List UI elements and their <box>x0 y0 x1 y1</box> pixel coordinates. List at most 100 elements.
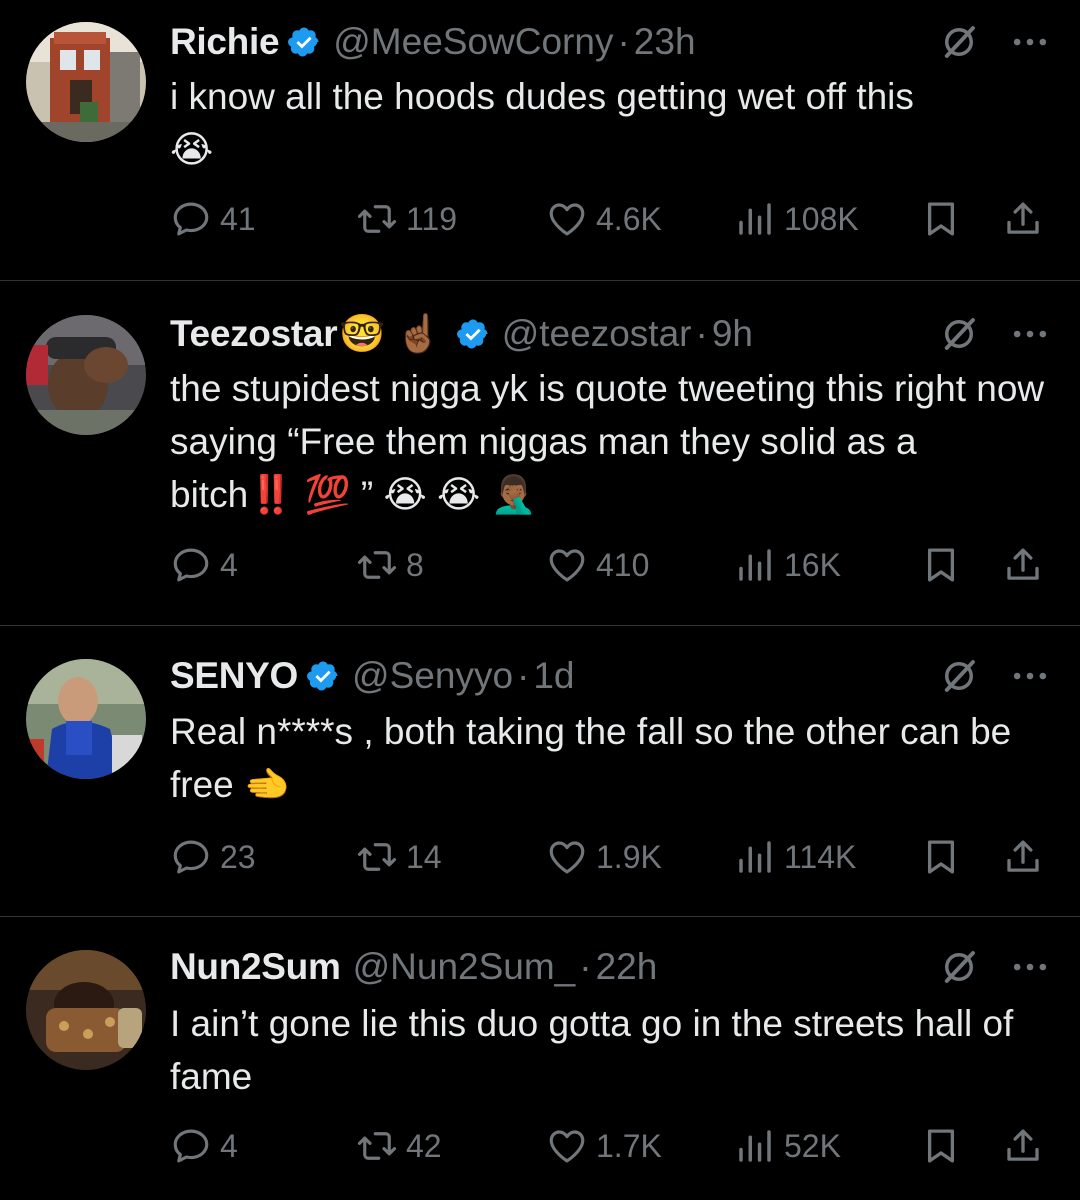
reply-count: 23 <box>220 838 256 875</box>
views-count: 108K <box>784 200 859 237</box>
grok-icon[interactable] <box>938 313 980 355</box>
grok-icon[interactable] <box>938 21 980 63</box>
tweet[interactable]: Richie @MeeSowCorny · 23h i know all the… <box>0 0 1080 281</box>
share-icon <box>1007 202 1039 234</box>
bookmark-button[interactable] <box>920 836 962 878</box>
views-count: 16K <box>784 546 841 583</box>
reply-button[interactable]: 4 <box>170 1125 238 1167</box>
retweet-count: 14 <box>406 838 442 875</box>
handle[interactable]: @teezostar <box>502 313 692 355</box>
retweet-count: 119 <box>406 200 458 237</box>
more-icon[interactable] <box>1008 312 1052 356</box>
tweet[interactable]: Nun2Sum @Nun2Sum_ · 22h I ain’t gone lie… <box>0 917 1080 1200</box>
views-button[interactable]: 108K <box>734 198 859 240</box>
views-icon <box>739 841 771 873</box>
share-icon <box>1007 548 1039 580</box>
tweet-header: Richie @MeeSowCorny · 23h <box>170 17 1052 67</box>
more-icon[interactable] <box>1008 20 1052 64</box>
share-button[interactable] <box>1002 1125 1044 1167</box>
tweet-header: Nun2Sum @Nun2Sum_ · 22h <box>170 942 1052 992</box>
avatar[interactable] <box>26 659 146 779</box>
views-button[interactable]: 114K <box>734 836 856 878</box>
like-icon <box>549 841 585 874</box>
tweet[interactable]: Teezostar 🤓 ☝🏾 @teezostar · 9h the stupi… <box>0 281 1080 626</box>
avatar[interactable] <box>26 315 146 435</box>
share-button[interactable] <box>1002 544 1044 586</box>
tweet-feed: Richie @MeeSowCorny · 23h i know all the… <box>0 0 1080 1200</box>
more-icon[interactable] <box>1008 945 1052 989</box>
verified-badge-icon <box>287 25 321 59</box>
like-icon <box>549 549 585 582</box>
like-icon <box>549 1130 585 1163</box>
retweet-button[interactable]: 14 <box>356 836 442 878</box>
reply-icon <box>173 202 209 236</box>
grok-icon[interactable] <box>938 946 980 988</box>
bookmark-icon <box>927 202 955 236</box>
reply-button[interactable]: 41 <box>170 198 256 240</box>
bookmark-button[interactable] <box>920 544 962 586</box>
display-name[interactable]: SENYO <box>170 655 298 697</box>
handle[interactable]: @Senyyo <box>352 655 513 697</box>
crying-emoji: 😭 <box>170 129 214 170</box>
like-button[interactable]: 4.6K <box>546 198 662 240</box>
avatar-image <box>26 659 146 779</box>
views-icon <box>739 1130 771 1162</box>
reply-count: 41 <box>220 200 256 237</box>
display-name[interactable]: Richie <box>170 21 280 63</box>
views-button[interactable]: 16K <box>734 544 841 586</box>
timestamp[interactable]: 9h <box>712 313 753 355</box>
tweet-text: the stupidest nigga yk is quote tweeting… <box>170 368 1045 515</box>
avatar-image <box>26 950 146 1070</box>
like-button[interactable]: 1.7K <box>546 1125 662 1167</box>
bookmark-button[interactable] <box>920 198 962 240</box>
retweet-button[interactable]: 42 <box>356 1125 442 1167</box>
separator: · <box>695 313 708 354</box>
separator: · <box>617 21 630 62</box>
tweet-header: SENYO @Senyyo · 1d <box>170 651 1052 701</box>
timestamp[interactable]: 22h <box>596 946 658 988</box>
like-button[interactable]: 410 <box>546 544 649 586</box>
retweet-count: 8 <box>406 546 424 583</box>
avatar[interactable] <box>26 22 146 142</box>
reply-icon <box>173 548 209 582</box>
reply-button[interactable]: 4 <box>170 544 238 586</box>
views-count: 114K <box>784 838 857 875</box>
like-count: 1.7K <box>596 1127 662 1164</box>
tweet-text: i know all the hoods dudes getting wet o… <box>170 70 1050 176</box>
bookmark-icon <box>927 548 955 582</box>
reply-count: 4 <box>220 546 238 583</box>
share-button[interactable] <box>1002 836 1044 878</box>
like-count: 4.6K <box>596 200 662 237</box>
timestamp[interactable]: 1d <box>533 655 574 697</box>
views-count: 52K <box>784 1127 841 1164</box>
share-button[interactable] <box>1002 198 1044 240</box>
action-bar: 4 42 1.7K 52K <box>170 1123 1052 1169</box>
timestamp[interactable]: 23h <box>634 21 696 63</box>
retweet-icon <box>357 551 397 579</box>
retweet-button[interactable]: 8 <box>356 544 424 586</box>
avatar-image <box>26 22 146 142</box>
like-button[interactable]: 1.9K <box>546 836 662 878</box>
action-bar: 23 14 1.9K 114K <box>170 834 1052 880</box>
like-count: 1.9K <box>596 838 662 875</box>
like-count: 410 <box>596 546 650 583</box>
more-icon[interactable] <box>1008 654 1052 698</box>
grok-icon[interactable] <box>938 655 980 697</box>
avatar[interactable] <box>26 950 146 1070</box>
tweet-header: Teezostar 🤓 ☝🏾 @teezostar · 9h <box>170 309 1052 359</box>
handle[interactable]: @MeeSowCorny <box>333 21 613 63</box>
handle[interactable]: @Nun2Sum_ <box>353 946 576 988</box>
reply-button[interactable]: 23 <box>170 836 256 878</box>
display-name[interactable]: Teezostar <box>170 313 338 355</box>
views-button[interactable]: 52K <box>734 1125 841 1167</box>
action-bar: 41 119 4.6K 108K <box>170 196 1052 242</box>
verified-badge-icon <box>456 317 490 351</box>
tweet-text-content: i know all the hoods dudes getting wet o… <box>170 76 914 117</box>
action-bar: 4 8 410 16K <box>170 542 1052 588</box>
retweet-button[interactable]: 119 <box>356 198 457 240</box>
tweet[interactable]: SENYO @Senyyo · 1d Real n****s , both ta… <box>0 626 1080 917</box>
display-name[interactable]: Nun2Sum <box>170 946 341 988</box>
separator: · <box>517 655 530 696</box>
verified-badge-icon <box>306 659 340 693</box>
bookmark-button[interactable] <box>920 1125 962 1167</box>
